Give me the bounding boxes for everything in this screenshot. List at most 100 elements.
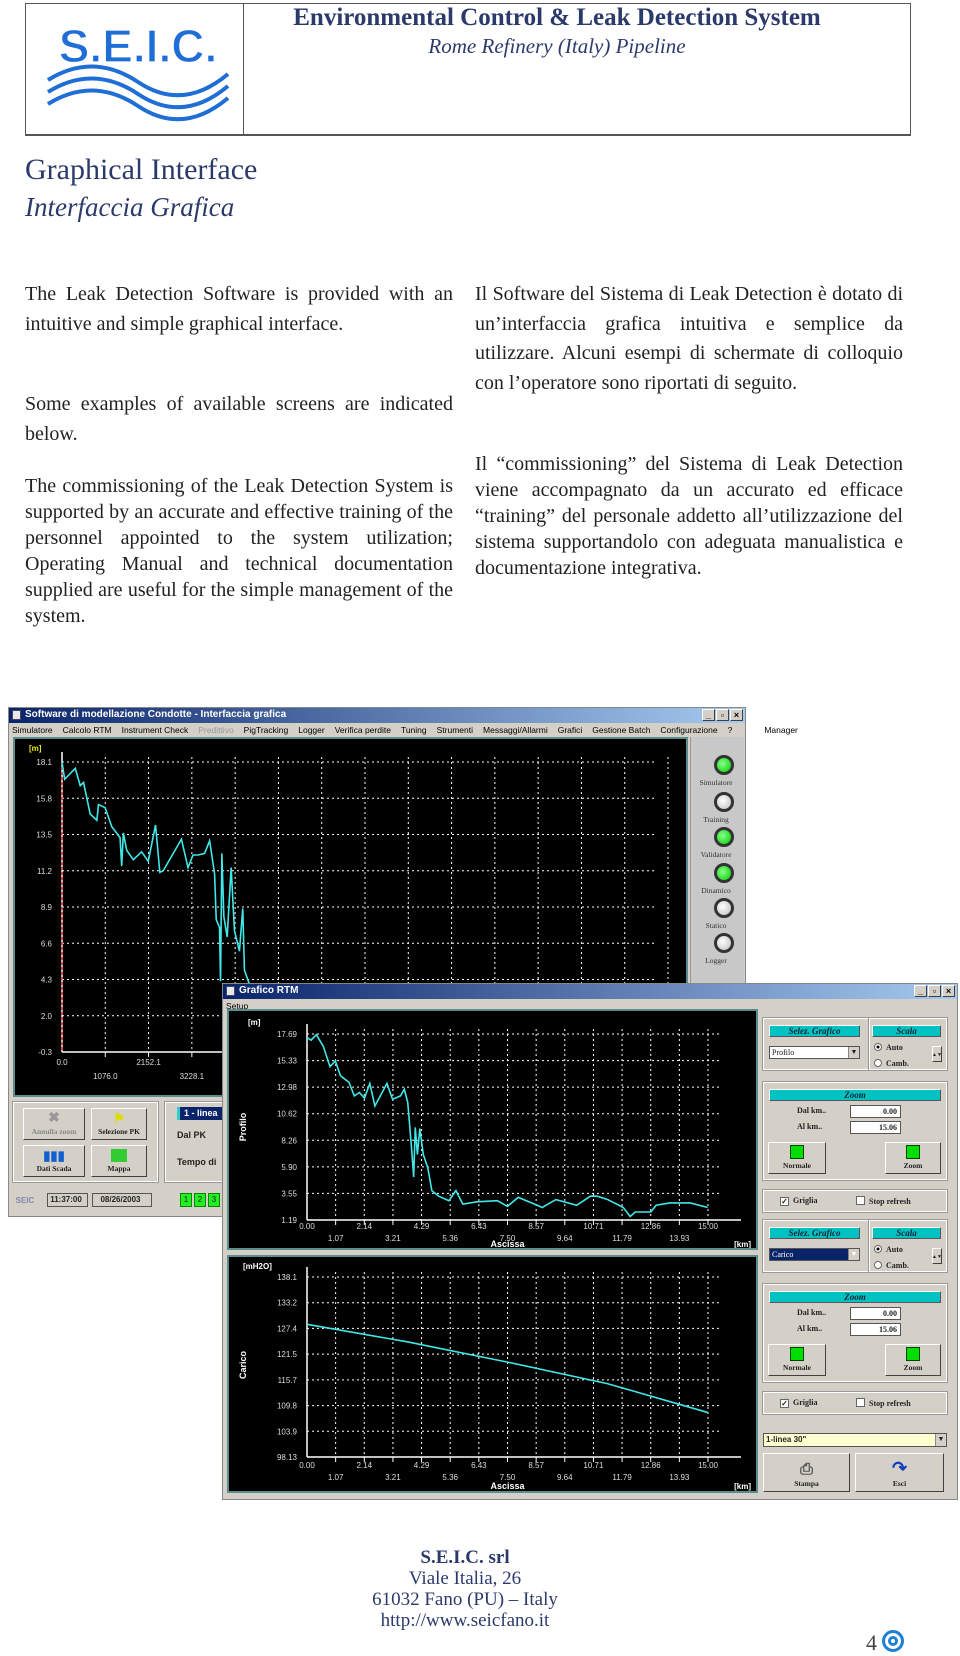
paragraph-en-2: Some examples of available screens are i… — [25, 393, 453, 445]
from-pk-label: Dal PK — [177, 1130, 207, 1140]
from-km-input[interactable]: 0.00 — [850, 1105, 901, 1118]
radio-icon — [874, 1043, 882, 1051]
menu-item[interactable]: Instrument Check — [122, 725, 189, 736]
x-tick-label: 5.36 — [442, 1473, 458, 1482]
select-pk-button[interactable]: ⚑ Selezione PK — [91, 1108, 147, 1140]
from-km-input[interactable]: 0.00 — [850, 1307, 901, 1320]
footer-company: S.E.I.C. srl — [420, 1547, 510, 1568]
menu-item[interactable]: Manager — [764, 725, 798, 736]
y-tick-label: 13.5 — [36, 831, 52, 840]
footer-website[interactable]: http://www.seicfano.it — [300, 1611, 630, 1631]
scale-auto-radio[interactable]: Auto — [874, 1043, 903, 1052]
close-button[interactable]: × — [942, 985, 955, 997]
menu-item[interactable]: PigTracking — [244, 725, 289, 736]
seic-logo: S.E.I.C. — [46, 19, 230, 122]
radio-icon — [874, 1245, 882, 1253]
line-select-dropdown[interactable]: 1-linea 30" ▼ — [763, 1433, 947, 1447]
x-tick-label: 13.93 — [669, 1473, 690, 1482]
led-statico[interactable] — [714, 898, 734, 918]
green-square-icon — [790, 1145, 804, 1159]
led-dinamico[interactable] — [714, 863, 734, 883]
zoom-button[interactable]: Zoom — [885, 1142, 941, 1174]
menu-item[interactable]: Grafici — [558, 725, 583, 736]
scale-spinner[interactable]: ▲▼ — [932, 1046, 942, 1062]
minimize-button[interactable]: _ — [914, 985, 927, 997]
grid-checkbox[interactable]: ✓ Griglia — [780, 1196, 817, 1206]
button-label: Zoom — [903, 1161, 923, 1170]
checkbox-label: Griglia — [793, 1196, 818, 1205]
zoom-button[interactable]: Zoom — [885, 1344, 941, 1376]
app-icon — [12, 710, 21, 720]
graph-select-dropdown[interactable]: Carico ▼ — [769, 1248, 860, 1261]
maximize-button[interactable]: ▫ — [928, 985, 941, 997]
menu-item[interactable]: Calcolo RTM — [63, 725, 112, 736]
to-km-input[interactable]: 15.06 — [850, 1121, 901, 1134]
x-tick-label: 2.14 — [356, 1222, 372, 1231]
close-button[interactable]: × — [730, 709, 743, 721]
exit-button[interactable]: ↷ Esci — [855, 1453, 944, 1492]
select-value: 1-linea 30" — [766, 1435, 807, 1444]
y-tick-label: 11.2 — [37, 867, 53, 876]
minimize-button[interactable]: _ — [702, 709, 715, 721]
led-training[interactable] — [714, 792, 734, 812]
x-tick-label: 15.00 — [698, 1461, 719, 1470]
menu-item[interactable]: ? — [728, 725, 733, 736]
y-unit-label: [m] — [248, 1018, 261, 1027]
normal-view-button[interactable]: Normale — [768, 1344, 826, 1376]
scale-spinner[interactable]: ▲▼ — [932, 1248, 942, 1264]
normal-view-button[interactable]: Normale — [768, 1142, 826, 1174]
radio-label: Camb. — [886, 1059, 909, 1068]
y-tick-label: 1.19 — [281, 1216, 297, 1225]
graph-select-dropdown[interactable]: Profilo ▼ — [769, 1046, 860, 1059]
channel-indicator: 1 — [180, 1193, 192, 1207]
radio-icon — [874, 1059, 882, 1067]
scale-auto-radio[interactable]: Auto — [874, 1245, 903, 1254]
document-title: Environmental Control & Leak Detection S… — [293, 4, 821, 31]
x-axis-title: Ascissa — [490, 1239, 525, 1248]
menu-item[interactable]: Simulatore — [12, 725, 53, 736]
stop-refresh-checkbox[interactable]: Stop refresh — [856, 1398, 911, 1408]
menu-item[interactable]: Logger — [298, 725, 324, 736]
to-km-input[interactable]: 15.06 — [850, 1323, 901, 1336]
x-tick-label: 6.43 — [471, 1222, 487, 1231]
menu-item[interactable]: Configurazione — [660, 725, 717, 736]
window-title: Grafico RTM — [239, 985, 299, 996]
menu-item[interactable]: Messaggi/Allarmi — [483, 725, 548, 736]
menu-item[interactable]: Tuning — [401, 725, 427, 736]
undo-zoom-button[interactable]: ✖ Annulla zoom — [23, 1108, 85, 1140]
y-tick-label: 5.90 — [281, 1163, 297, 1172]
led-validatore[interactable] — [714, 827, 734, 847]
scada-data-button[interactable]: ▮▮▮ Dati Scada — [23, 1145, 85, 1177]
grid-checkbox[interactable]: ✓ Griglia — [780, 1398, 817, 1408]
bar-chart-icon: ▮▮▮ — [43, 1148, 65, 1163]
y-tick-label: -0.3 — [38, 1048, 52, 1057]
led-simulatore[interactable] — [714, 755, 734, 775]
y-tick-label: 8.26 — [281, 1136, 297, 1145]
map-button[interactable]: Mappa — [91, 1145, 147, 1177]
x-tick-label: 4.29 — [414, 1461, 430, 1470]
button-label: Dati Scada — [36, 1164, 72, 1173]
print-button[interactable]: ⎙ Stampa — [763, 1453, 850, 1492]
window-title: Software di modellazione Condotte - Inte… — [25, 709, 287, 720]
button-label: Annulla zoom — [31, 1127, 77, 1136]
x-tick-label: 5.36 — [442, 1234, 458, 1243]
y-tick-label: 10.62 — [277, 1110, 298, 1119]
maximize-button[interactable]: ▫ — [716, 709, 729, 721]
led-label: Dinamico — [701, 886, 731, 895]
page-number: 4 — [866, 1630, 877, 1655]
scale-change-radio[interactable]: Camb. — [874, 1261, 909, 1270]
x-tick-label: 2152.1 — [136, 1058, 161, 1067]
menu-item[interactable]: Gestione Batch — [592, 725, 650, 736]
y-tick-label: 12.98 — [277, 1083, 298, 1092]
section-title: Graphical Interface — [25, 153, 258, 186]
y-unit-label: [m] — [29, 744, 42, 753]
document-subtitle: Rome Refinery (Italy) Pipeline — [428, 34, 686, 58]
led-logger[interactable] — [714, 933, 734, 953]
scale-change-radio[interactable]: Camb. — [874, 1059, 909, 1068]
stop-refresh-checkbox[interactable]: Stop refresh — [856, 1196, 911, 1206]
head-chart: 138.1 133.2 127.4 121.5 115.7 109.8 103.9 98.13… — [227, 1255, 758, 1493]
menu-item[interactable]: Strumenti — [437, 725, 473, 736]
x-unit-label: [km] — [734, 1482, 751, 1491]
menu-item[interactable]: Predittivo — [198, 725, 233, 736]
menu-item[interactable]: Verifica perdite — [335, 725, 391, 736]
